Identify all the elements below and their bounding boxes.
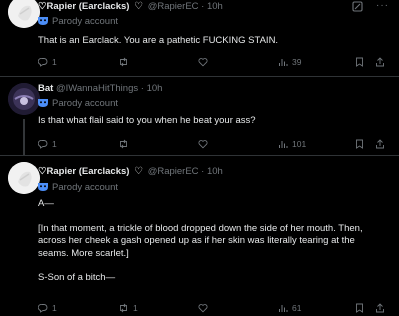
like-icon <box>198 304 208 313</box>
tweet-header: ♡Rapier (Earclacks) ♡ @RapierEC · 10h <box>38 1 223 12</box>
views-button[interactable]: 101 <box>278 138 306 150</box>
parody-label: Parody account <box>38 16 118 28</box>
handle[interactable]: @IWannaHitThings <box>56 83 138 94</box>
tweet-paragraph: [In that moment, a trickle of blood drop… <box>38 222 366 259</box>
mask-icon <box>38 183 48 191</box>
reply-button[interactable]: 1 <box>38 302 57 314</box>
repost-count: 1 <box>133 303 138 313</box>
avatar[interactable] <box>8 83 40 115</box>
tweet-text: Is that what flail said to you when he b… <box>38 115 256 126</box>
share-icon <box>376 303 384 313</box>
tweet-paragraph: A— <box>38 198 54 209</box>
heart-emoji-icon: ♡ <box>134 166 144 177</box>
views-count: 61 <box>292 303 302 313</box>
repost-icon <box>120 57 127 67</box>
reply-count: 1 <box>52 303 57 313</box>
share-button[interactable] <box>375 56 385 68</box>
views-icon <box>279 141 288 148</box>
repost-icon <box>120 303 127 313</box>
heart-emoji-icon: ♡ <box>134 1 144 12</box>
bookmark-icon <box>356 57 363 67</box>
mask-icon <box>38 99 48 107</box>
like-button[interactable] <box>198 138 212 150</box>
tweet-2[interactable]: Bat @IWannaHitThings · 10h Parody accoun… <box>0 77 399 155</box>
reply-count: 1 <box>52 139 57 149</box>
tweet-text: That is an Earclack. You are a pathetic … <box>38 35 279 46</box>
reply-button[interactable]: 1 <box>38 56 57 68</box>
reply-count: 1 <box>52 57 57 67</box>
reply-icon <box>38 140 48 149</box>
mask-icon <box>38 17 48 25</box>
bookmark-button[interactable] <box>355 56 364 68</box>
display-name[interactable]: ♡Rapier (Earclacks) <box>38 1 129 12</box>
repost-button[interactable] <box>118 138 133 150</box>
views-count: 101 <box>292 139 307 149</box>
bookmark-button[interactable] <box>355 302 364 314</box>
reply-button[interactable]: 1 <box>38 138 57 150</box>
like-button[interactable] <box>198 56 212 68</box>
reply-icon <box>38 304 48 313</box>
tweet-header: Bat @IWannaHitThings · 10h <box>38 83 163 94</box>
handle[interactable]: @RapierEC <box>148 1 199 12</box>
parody-label: Parody account <box>38 98 118 110</box>
like-button[interactable] <box>198 302 212 314</box>
tweet-paragraph: S-Son of a bitch— <box>38 272 116 283</box>
share-icon <box>376 139 384 149</box>
parody-label: Parody account <box>38 182 118 194</box>
handle[interactable]: @RapierEC <box>148 166 199 177</box>
tweet-text: A— [In that moment, a trickle of blood d… <box>38 198 388 285</box>
timestamp[interactable]: 10h <box>207 166 223 177</box>
display-name[interactable]: ♡Rapier (Earclacks) <box>38 166 129 177</box>
bookmark-icon <box>356 303 363 313</box>
views-button[interactable]: 61 <box>278 302 301 314</box>
bookmark-icon <box>356 139 363 149</box>
timestamp[interactable]: 10h <box>207 1 223 12</box>
views-count: 39 <box>292 57 302 67</box>
views-icon <box>279 59 288 66</box>
tweet-3[interactable]: ♡Rapier (Earclacks) ♡ @RapierEC · 10h Pa… <box>0 156 399 316</box>
grok-icon[interactable] <box>352 1 363 12</box>
timestamp[interactable]: 10h <box>147 83 163 94</box>
tweet-actions: 1 101 <box>38 138 390 150</box>
like-icon <box>198 140 208 149</box>
repost-button[interactable]: 1 <box>118 302 138 314</box>
views-icon <box>279 305 288 312</box>
tweet-actions: 1 1 61 <box>38 302 390 314</box>
share-button[interactable] <box>375 138 385 150</box>
display-name[interactable]: Bat <box>38 83 53 94</box>
like-icon <box>198 58 208 67</box>
views-button[interactable]: 39 <box>278 56 301 68</box>
share-icon <box>376 57 384 67</box>
avatar[interactable] <box>8 162 40 194</box>
repost-icon <box>120 139 127 149</box>
tweet-actions: 1 39 <box>38 56 390 68</box>
repost-button[interactable] <box>118 56 133 68</box>
thread-line <box>23 119 25 155</box>
bookmark-button[interactable] <box>355 138 364 150</box>
avatar[interactable] <box>8 0 40 28</box>
more-options-icon[interactable]: ··· <box>376 0 389 11</box>
share-button[interactable] <box>375 302 385 314</box>
reply-icon <box>38 58 48 67</box>
tweet-1[interactable]: ♡Rapier (Earclacks) ♡ @RapierEC · 10h ··… <box>0 0 399 78</box>
tweet-header: ♡Rapier (Earclacks) ♡ @RapierEC · 10h <box>38 166 223 177</box>
